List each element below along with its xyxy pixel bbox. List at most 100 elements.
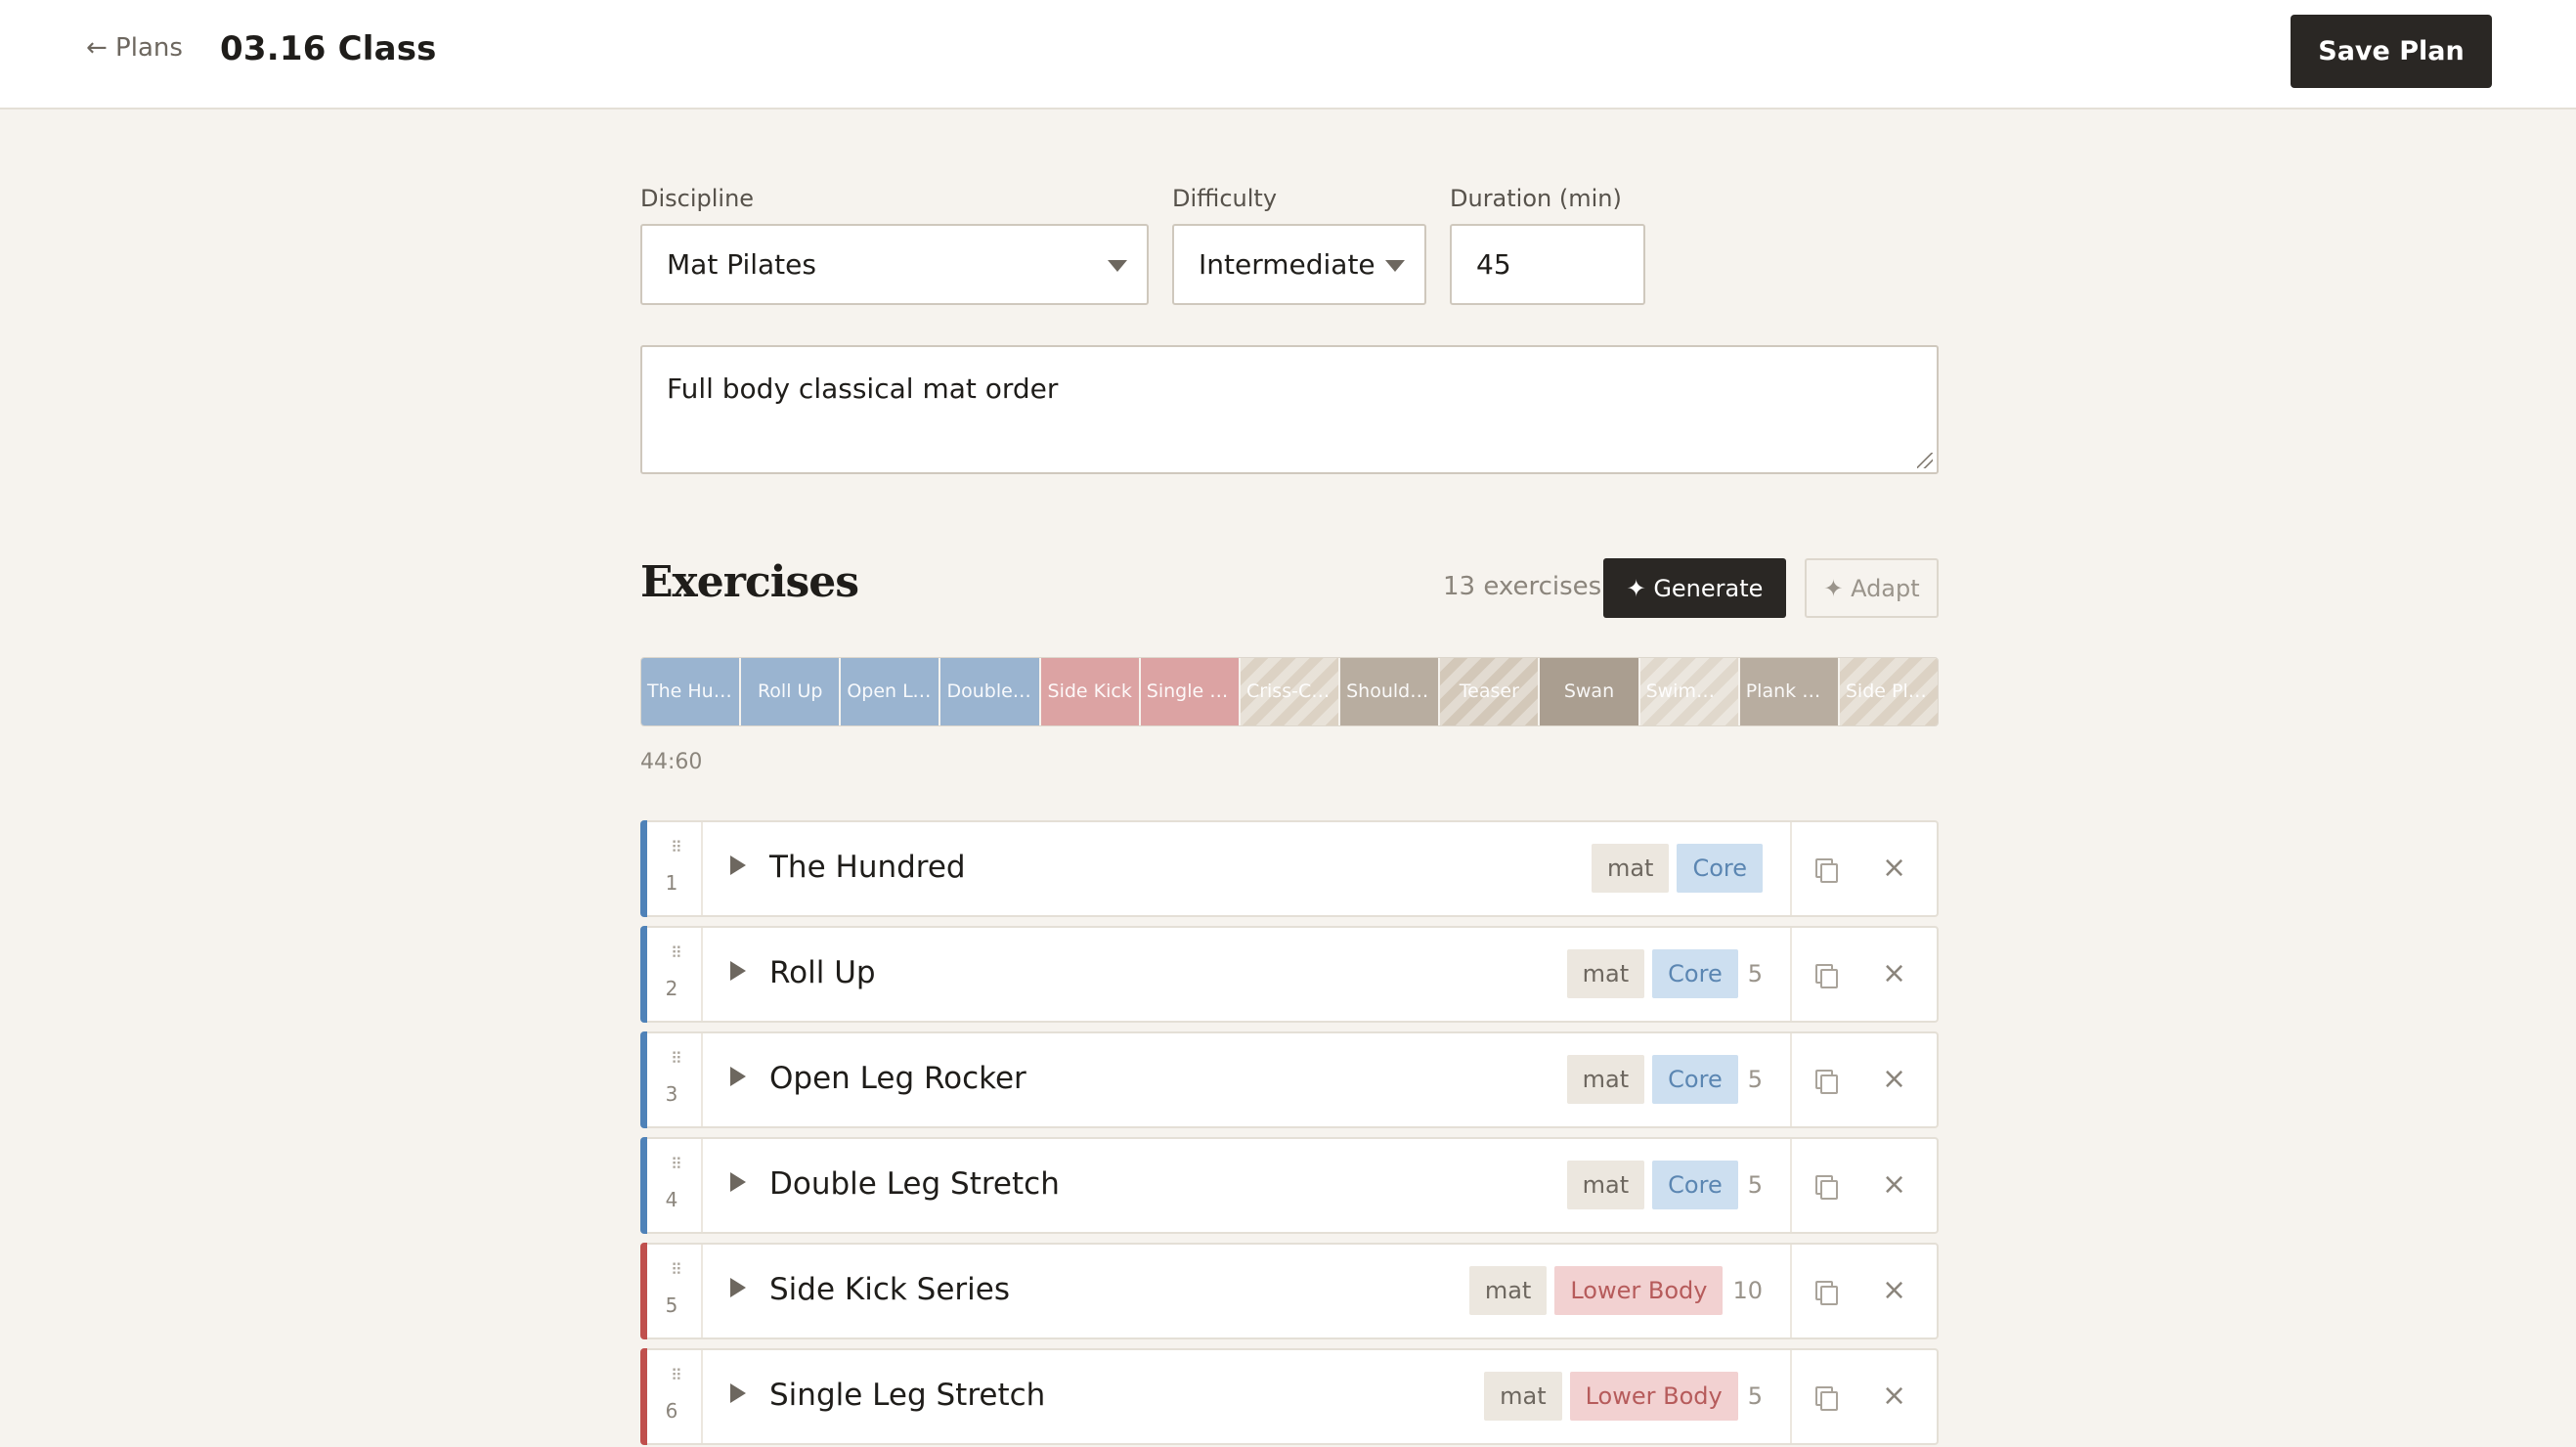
remove-icon[interactable]: × xyxy=(1882,1380,1906,1413)
equipment-tag: mat xyxy=(1566,1161,1645,1209)
remove-icon[interactable]: × xyxy=(1882,957,1906,990)
timeline-segment[interactable]: Double Leg Stretch xyxy=(940,658,1041,725)
category-accent-bar xyxy=(640,1031,647,1128)
exercise-tags: mat Core 5 xyxy=(1566,1161,1763,1209)
drag-handle[interactable]: ⠿ 2 xyxy=(647,928,703,1021)
drag-grip-icon: ⠿ xyxy=(671,1260,682,1279)
duration-input[interactable]: 45 xyxy=(1450,224,1645,305)
expand-caret-icon[interactable] xyxy=(730,1172,746,1192)
exercise-name: Single Leg Stretch xyxy=(769,1378,1046,1413)
exercises-heading: Exercises xyxy=(640,557,859,607)
timeline-segment[interactable]: Single Leg Stretch xyxy=(1140,658,1241,725)
category-tag: Core xyxy=(1652,1161,1738,1209)
discipline-value: Mat Pilates xyxy=(667,248,816,281)
drag-handle[interactable]: ⠿ 4 xyxy=(647,1139,703,1232)
duplicate-icon[interactable] xyxy=(1815,964,1838,988)
save-plan-button[interactable]: Save Plan xyxy=(2291,15,2492,88)
drag-grip-icon: ⠿ xyxy=(671,1155,682,1173)
equipment-tag: mat xyxy=(1484,1372,1562,1421)
timeline-segment[interactable]: Shoulder Bridge xyxy=(1340,658,1441,725)
exercise-row[interactable]: ⠿ 1 The Hundred mat Core × xyxy=(640,820,1939,917)
timeline-segment[interactable]: Open Leg Rocker xyxy=(841,658,941,725)
timeline-segment[interactable]: Roll Up xyxy=(741,658,842,725)
category-tag: Lower Body xyxy=(1569,1372,1738,1421)
equipment-tag: mat xyxy=(1566,949,1645,998)
adapt-button[interactable]: ✦ Adapt xyxy=(1805,558,1939,618)
exercise-row[interactable]: ⠿ 3 Open Leg Rocker mat Core 5 × xyxy=(640,1031,1939,1128)
top-bar: ← Plans 03.16 Class Save Plan xyxy=(0,0,2576,110)
plan-notes-text: Full body classical mat order xyxy=(667,373,1059,405)
exercise-number: 2 xyxy=(665,977,678,1000)
remove-icon[interactable]: × xyxy=(1882,1063,1906,1096)
expand-caret-icon[interactable] xyxy=(730,1278,746,1297)
duplicate-icon[interactable] xyxy=(1815,1175,1838,1200)
duplicate-icon[interactable] xyxy=(1815,1281,1838,1305)
exercise-name: Side Kick Series xyxy=(769,1272,1011,1307)
drag-handle[interactable]: ⠿ 6 xyxy=(647,1350,703,1443)
expand-caret-icon[interactable] xyxy=(730,855,746,875)
timeline-segment[interactable]: Criss-Cross xyxy=(1240,658,1341,725)
exercise-tags: mat Lower Body 10 xyxy=(1468,1266,1763,1315)
exercise-name: Double Leg Stretch xyxy=(769,1166,1060,1202)
timeline-segment[interactable]: Plank Series xyxy=(1739,658,1840,725)
exercise-row[interactable]: ⠿ 5 Side Kick Series mat Lower Body 10 × xyxy=(640,1243,1939,1339)
category-tag: Core xyxy=(1677,844,1763,893)
row-actions: × xyxy=(1790,1245,1937,1337)
duplicate-icon[interactable] xyxy=(1815,858,1838,883)
exercise-row[interactable]: ⠿ 4 Double Leg Stretch mat Core 5 × xyxy=(640,1137,1939,1234)
timeline-segment[interactable]: Teaser xyxy=(1440,658,1541,725)
drag-grip-icon: ⠿ xyxy=(671,1366,682,1384)
equipment-tag: mat xyxy=(1591,844,1670,893)
difficulty-value: Intermediate xyxy=(1199,248,1375,281)
row-actions: × xyxy=(1790,822,1937,915)
exercise-row[interactable]: ⠿ 2 Roll Up mat Core 5 × xyxy=(640,926,1939,1023)
exercise-number: 6 xyxy=(665,1399,678,1423)
timeline-segment[interactable]: Side Kick xyxy=(1040,658,1141,725)
timeline-segment[interactable]: Swan xyxy=(1540,658,1640,725)
timeline-segment[interactable]: The Hundred xyxy=(641,658,742,725)
exercise-tags: mat Core 5 xyxy=(1566,1055,1763,1104)
rep-count: 10 xyxy=(1732,1277,1763,1304)
rep-count: 5 xyxy=(1747,1171,1763,1199)
remove-icon[interactable]: × xyxy=(1882,1274,1906,1307)
timeline-segment[interactable]: Swimming xyxy=(1639,658,1740,725)
difficulty-label: Difficulty xyxy=(1172,185,1278,212)
category-accent-bar xyxy=(640,1137,647,1234)
category-accent-bar xyxy=(640,820,647,917)
chevron-down-icon xyxy=(1108,260,1127,272)
exercise-row[interactable]: ⠿ 6 Single Leg Stretch mat Lower Body 5 … xyxy=(640,1348,1939,1445)
exercise-tags: mat Lower Body 5 xyxy=(1484,1372,1763,1421)
exercise-name: Roll Up xyxy=(769,955,876,990)
category-accent-bar xyxy=(640,1243,647,1339)
duplicate-icon[interactable] xyxy=(1815,1386,1838,1411)
expand-caret-icon[interactable] xyxy=(730,1067,746,1086)
drag-handle[interactable]: ⠿ 5 xyxy=(647,1245,703,1337)
duplicate-icon[interactable] xyxy=(1815,1070,1838,1094)
plan-notes-textarea[interactable]: Full body classical mat order xyxy=(640,345,1939,474)
exercise-number: 3 xyxy=(665,1082,678,1106)
row-actions: × xyxy=(1790,1033,1937,1126)
row-actions: × xyxy=(1790,928,1937,1021)
generate-button[interactable]: ✦ Generate xyxy=(1603,558,1786,618)
expand-caret-icon[interactable] xyxy=(730,1383,746,1403)
category-tag: Core xyxy=(1652,949,1738,998)
drag-grip-icon: ⠿ xyxy=(671,1049,682,1068)
difficulty-select[interactable]: Intermediate xyxy=(1172,224,1426,305)
row-actions: × xyxy=(1790,1139,1937,1232)
resize-handle-icon[interactable] xyxy=(1917,453,1933,468)
back-to-plans-link[interactable]: ← Plans xyxy=(86,33,183,63)
exercise-number: 5 xyxy=(665,1294,678,1317)
expand-caret-icon[interactable] xyxy=(730,961,746,981)
rep-count: 5 xyxy=(1747,1066,1763,1093)
exercise-name: The Hundred xyxy=(769,850,966,885)
timeline-segment[interactable]: Side Plank xyxy=(1839,658,1938,725)
exercise-timeline: The HundredRoll UpOpen Leg RockerDouble … xyxy=(640,657,1939,726)
drag-handle[interactable]: ⠿ 1 xyxy=(647,822,703,915)
drag-handle[interactable]: ⠿ 3 xyxy=(647,1033,703,1126)
remove-icon[interactable]: × xyxy=(1882,1168,1906,1202)
exercise-tags: mat Core 5 xyxy=(1566,949,1763,998)
discipline-select[interactable]: Mat Pilates xyxy=(640,224,1149,305)
remove-icon[interactable]: × xyxy=(1882,852,1906,885)
exercise-number: 1 xyxy=(665,871,678,895)
page-title: 03.16 Class xyxy=(220,29,437,68)
